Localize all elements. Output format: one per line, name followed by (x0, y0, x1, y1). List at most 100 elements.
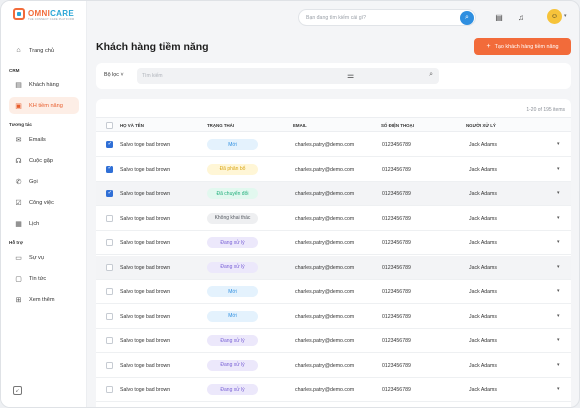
table-row[interactable]: Salvo toge bad brown Đang xử lý charles.pa… (96, 231, 571, 255)
clipboard-icon[interactable]: ▤ (493, 11, 505, 23)
customer-icon: ▤ (15, 81, 22, 89)
lead-phone: 0123456789 (382, 215, 411, 222)
table-row[interactable]: Salvo toge bad brown Đang xử lý charles.pa… (96, 329, 571, 353)
lead-handler: Jack Adams (469, 362, 497, 369)
chevron-down-icon[interactable]: ▾ (557, 166, 560, 172)
global-search-input[interactable]: Bạn đang tìm kiếm cái gì? ⌕ (298, 9, 476, 26)
sidebar-item-calls[interactable]: ✆ Gọi (9, 173, 79, 190)
row-checkbox[interactable] (106, 239, 113, 246)
chevron-down-icon[interactable]: ▾ (557, 337, 560, 343)
lead-handler: Jack Adams (469, 240, 497, 246)
chevron-down-icon[interactable]: ▾ (564, 13, 567, 19)
row-checkbox[interactable] (106, 141, 113, 148)
lead-name[interactable]: Salvo toge bad brown (120, 314, 170, 320)
row-checkbox[interactable] (106, 361, 113, 369)
status-badge: Đang xử lý (207, 261, 258, 273)
lead-phone: 0123456789 (382, 313, 411, 320)
chevron-down-icon[interactable]: ▾ (557, 239, 560, 245)
chevron-down-icon[interactable]: ▾ (557, 190, 560, 196)
chevron-down-icon[interactable]: ▾ (557, 215, 560, 221)
row-checkbox[interactable] (106, 190, 113, 197)
table-row[interactable]: Salvo toge bad brown Mới charles.patry@dem… (96, 133, 571, 157)
lead-handler: Jack Adams (469, 387, 497, 393)
lead-phone: 0123456789 (382, 289, 411, 295)
filter-search-input[interactable]: Tìm kiếm ⌕ (137, 68, 439, 84)
table-row[interactable]: Salvo toge bad brown Đang xử lý charles.pa… (96, 255, 571, 280)
lead-name[interactable]: Salvo toge bad brown (120, 167, 170, 173)
sliders-icon[interactable]: ⚌ (347, 71, 354, 80)
sidebar-item-leads[interactable]: ▣ KH tiềm năng (9, 97, 79, 114)
sidebar-item-calendar[interactable]: ▦ Lịch (9, 215, 79, 232)
collapse-sidebar-icon[interactable]: ↙ (13, 386, 22, 395)
lead-name[interactable]: Salvo toge bad brown (120, 289, 170, 295)
lead-phone: 0123456789 (382, 166, 411, 173)
chevron-down-icon[interactable]: ▾ (557, 362, 560, 368)
chevron-down-icon[interactable]: ▾ (557, 141, 560, 147)
chevron-down-icon[interactable]: ▾ (557, 313, 560, 319)
table-row[interactable]: Salvo toge bad brown Đang xử lý charles.pa… (96, 354, 571, 378)
chevron-down-icon[interactable]: ▾ (557, 386, 560, 392)
lead-phone: 0123456789 (382, 264, 411, 271)
row-checkbox[interactable] (106, 312, 113, 320)
pagination-count: 1-20 of 195 items (526, 107, 565, 113)
lead-phone: 0123456789 (382, 387, 411, 393)
table-row[interactable]: Salvo toge bad brown Đã chuyển đổi charles… (96, 182, 571, 206)
lead-name[interactable]: Salvo toge bad brown (120, 216, 170, 222)
sidebar-item-meetings[interactable]: ☊ Cuộc gặp (9, 152, 79, 169)
lead-name[interactable]: Salvo toge bad brown (120, 363, 170, 369)
sidebar-item-emails[interactable]: ✉ Emails (9, 131, 79, 148)
chevron-down-icon[interactable]: ▾ (557, 288, 560, 294)
filter-bar: Bộ lọc ˅ Tìm kiếm ⌕ ⚌ (96, 63, 571, 89)
sidebar-item-tasks[interactable]: ☑ Công việc (9, 194, 79, 211)
lead-name[interactable]: Salvo toge bad brown (120, 240, 170, 246)
sidebar: OMNICARE THE CONNECT CARE PLATFORM ⌂ Tran… (1, 1, 87, 407)
col-phone[interactable]: SỐ ĐIỆN THOẠI (381, 123, 414, 128)
col-status[interactable]: TRẠNG THÁI (207, 123, 234, 128)
table-row[interactable]: Salvo toge bad brown Mới charles.patry@dem… (96, 305, 571, 329)
select-all-checkbox[interactable] (106, 122, 113, 129)
lead-phone: 0123456789 (382, 240, 411, 246)
row-checkbox[interactable] (106, 263, 113, 271)
grid-icon: ⊞ (15, 296, 22, 304)
lead-name[interactable]: Salvo toge bad brown (120, 142, 170, 148)
table-row[interactable]: Salvo toge bad brown Mới charles.patry@dem… (96, 280, 571, 304)
row-checkbox[interactable] (106, 214, 113, 222)
news-icon: ▢ (15, 275, 22, 283)
avatar[interactable]: ☺ (547, 9, 562, 24)
phone-icon: ✆ (15, 178, 22, 186)
create-lead-button[interactable]: + Tạo khách hàng tiềm năng (474, 38, 571, 55)
col-handler[interactable]: NGƯỜI XỬ LÝ (466, 123, 496, 128)
status-badge: Mới (207, 286, 258, 297)
lead-name[interactable]: Salvo toge bad brown (120, 338, 170, 344)
sidebar-item-customers[interactable]: ▤ Khách hàng (9, 76, 79, 93)
status-badge: Không khai thác (207, 212, 258, 224)
row-checkbox[interactable] (106, 288, 113, 295)
status-badge: Đã chuyển đổi (207, 188, 258, 199)
lead-phone: 0123456789 (382, 142, 411, 148)
col-email[interactable]: EMAIL (293, 123, 307, 128)
page-title: Khách hàng tiềm năng (96, 41, 209, 53)
sidebar-item-cases[interactable]: ▭ Sự vụ (9, 249, 79, 266)
table-row[interactable]: Salvo toge bad brown Đã phân bổ charles.pa… (96, 158, 571, 182)
row-checkbox[interactable] (106, 386, 113, 393)
chevron-down-icon[interactable]: ▾ (557, 264, 560, 270)
logo-mark (13, 8, 25, 20)
lead-email: charles.patry@demo.com (295, 387, 355, 393)
table-row[interactable]: Salvo toge bad brown Không khai thác charl… (96, 207, 571, 231)
lead-name[interactable]: Salvo toge bad brown (120, 265, 170, 271)
lead-email: charles.patry@demo.com (295, 313, 355, 320)
sidebar-item-news[interactable]: ▢ Tin tức (9, 270, 79, 287)
sidebar-item-more[interactable]: ⊞ Xem thêm (9, 291, 79, 308)
table-row[interactable]: Salvo toge bad brown Đang xử lý charles.pa… (96, 378, 571, 402)
sidebar-item-home[interactable]: ⌂ Trang chủ (9, 42, 79, 59)
filter-dropdown[interactable]: Bộ lọc ˅ (104, 72, 124, 78)
search-icon[interactable]: ⌕ (460, 11, 474, 25)
lead-handler: Jack Adams (469, 142, 497, 148)
lead-name[interactable]: Salvo toge bad brown (120, 387, 170, 393)
col-name[interactable]: HỌ VÀ TÊN (120, 123, 144, 128)
row-checkbox[interactable] (106, 165, 113, 173)
bell-icon[interactable]: ♫ (515, 11, 527, 23)
row-checkbox[interactable] (106, 337, 113, 344)
mail-icon: ✉ (15, 136, 22, 144)
lead-name[interactable]: Salvo toge bad brown (120, 191, 170, 197)
